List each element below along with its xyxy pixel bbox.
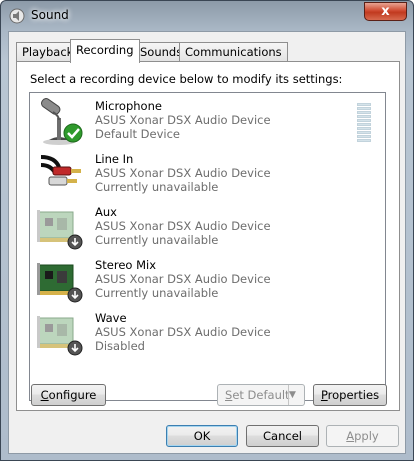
unavailable-arrow-badge [67, 234, 83, 250]
device-status: Disabled [95, 339, 145, 353]
default-check-badge [63, 123, 83, 143]
tab-communications[interactable]: Communications [179, 42, 288, 62]
level-meter-segment [357, 103, 371, 106]
microphone-icon [41, 98, 83, 145]
device-name: Stereo Mix [95, 258, 157, 272]
set-default-button[interactable]: Set Default ▼ [217, 384, 305, 406]
level-meter-segment [357, 119, 371, 122]
close-icon: x [381, 4, 390, 19]
device-item-wave[interactable]: Wave ASUS Xonar DSX Audio Device Disable… [30, 306, 385, 359]
title-bar[interactable]: Sound x [1, 1, 413, 31]
dialog-client-area: Playback Recording Sounds Communications… [8, 31, 406, 454]
device-description: ASUS Xonar DSX Audio Device [95, 166, 271, 180]
level-meter-segment [357, 107, 371, 110]
recording-device-list[interactable]: Microphone ASUS Xonar DSX Audio Device D… [29, 92, 386, 401]
device-name: Microphone [95, 99, 162, 113]
device-name: Wave [95, 311, 127, 325]
device-description: ASUS Xonar DSX Audio Device [95, 325, 271, 339]
speaker-icon [9, 8, 25, 24]
level-meter-segment [357, 135, 371, 138]
close-button[interactable]: x [364, 2, 407, 21]
window-title: Sound [31, 8, 69, 22]
sound-card-icon [37, 263, 83, 303]
level-meter-segment [357, 123, 371, 126]
device-name: Line In [95, 152, 134, 166]
configure-button[interactable]: Configure [31, 384, 106, 406]
device-status: Default Device [95, 127, 181, 141]
rca-cable-icon [40, 155, 81, 186]
cancel-button[interactable]: Cancel [246, 425, 319, 447]
device-description: ASUS Xonar DSX Audio Device [95, 219, 271, 233]
level-meter-segment [357, 139, 371, 142]
device-status: Currently unavailable [95, 286, 219, 300]
ok-button[interactable]: OK [166, 425, 238, 447]
sound-dialog-window: Sound x Playback Recording Sounds Commun… [0, 0, 414, 461]
disabled-arrow-badge [67, 340, 83, 356]
device-name: Aux [95, 205, 117, 219]
unavailable-arrow-badge [67, 287, 83, 303]
recording-tab-panel: Select a recording device below to modif… [16, 61, 400, 411]
properties-button[interactable]: Properties [313, 384, 387, 406]
device-item-stereo-mix[interactable]: Stereo Mix ASUS Xonar DSX Audio Device C… [30, 253, 385, 306]
level-meter-segment [357, 131, 371, 134]
device-description: ASUS Xonar DSX Audio Device [95, 113, 271, 127]
instruction-text: Select a recording device below to modif… [30, 72, 343, 86]
chevron-down-icon[interactable]: ▼ [288, 385, 304, 405]
sound-card-icon [37, 316, 83, 356]
level-meter [357, 103, 371, 147]
level-meter-segment [357, 127, 371, 130]
sound-card-icon [37, 210, 83, 250]
device-description: ASUS Xonar DSX Audio Device [95, 272, 271, 286]
apply-button[interactable]: Apply [326, 425, 399, 447]
device-item-microphone[interactable]: Microphone ASUS Xonar DSX Audio Device D… [30, 94, 385, 147]
level-meter-segment [357, 111, 371, 114]
device-status: Currently unavailable [95, 180, 219, 194]
device-item-aux[interactable]: Aux ASUS Xonar DSX Audio Device Currentl… [30, 200, 385, 253]
device-status: Currently unavailable [95, 233, 219, 247]
device-item-line-in[interactable]: Line In ASUS Xonar DSX Audio Device Curr… [30, 147, 385, 200]
tab-recording[interactable]: Recording [70, 39, 140, 63]
level-meter-segment [357, 115, 371, 118]
